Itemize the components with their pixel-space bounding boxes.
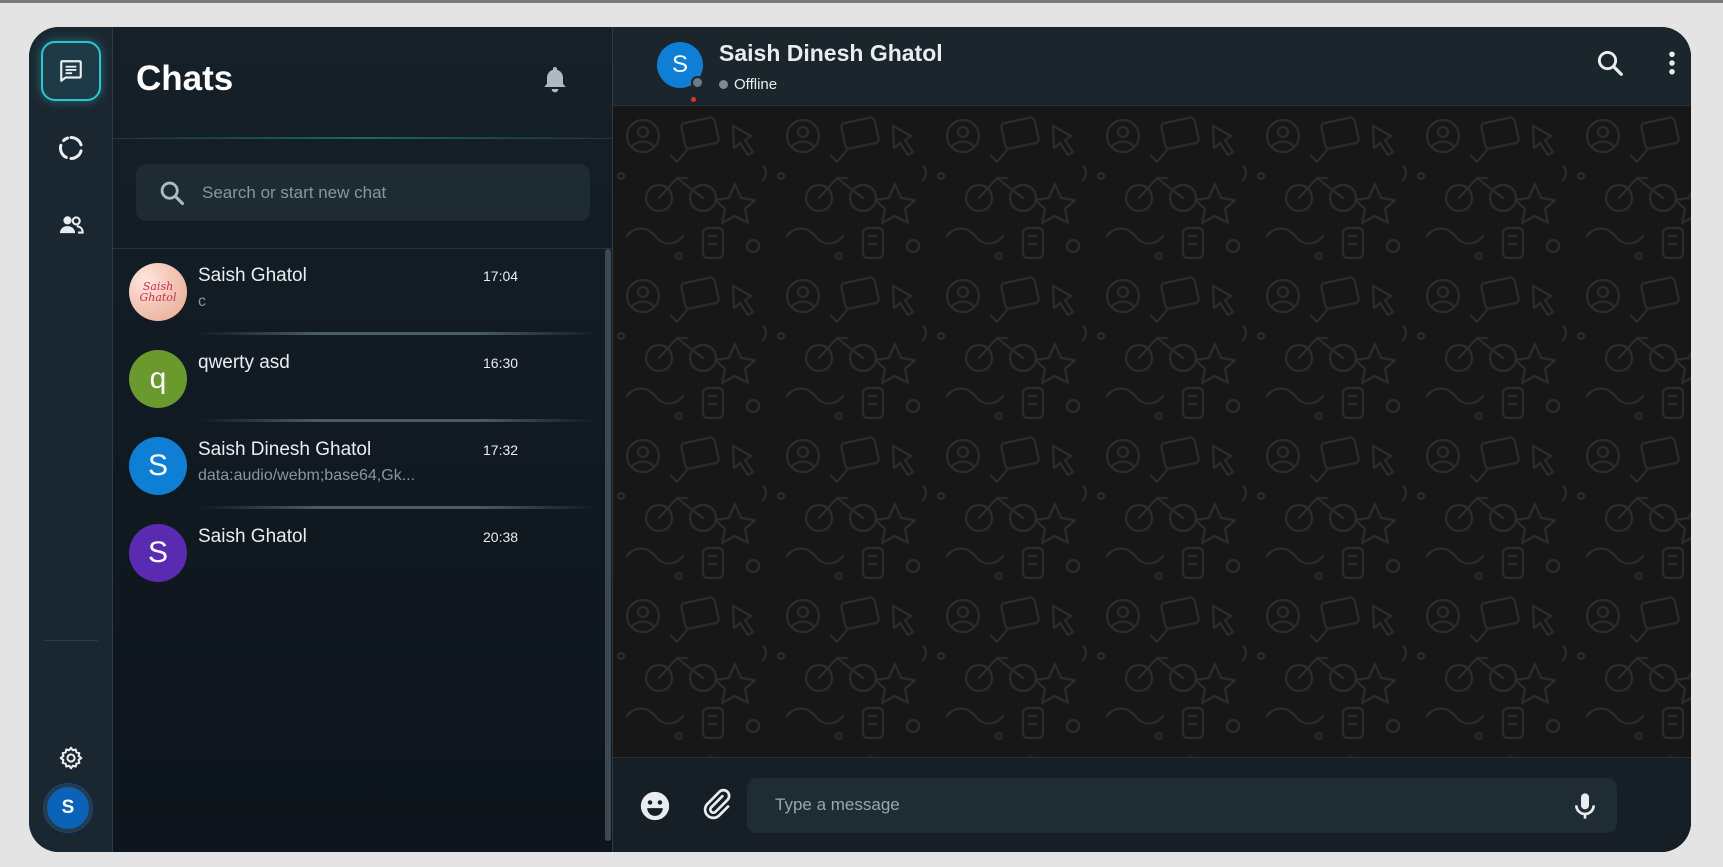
doodle-pattern (613, 106, 1691, 757)
chat-time: 20:38 (483, 529, 519, 545)
chat-list-panel: Chats Saish Ghatol Saish Ghatol 17:04 c (113, 27, 613, 852)
chat-list-item[interactable]: q qwerty asd 16:30 (113, 336, 603, 423)
emoji-icon[interactable] (638, 789, 672, 823)
page-title: Chats (136, 59, 234, 98)
contact-status: Offline (719, 76, 777, 93)
search-box[interactable] (136, 164, 590, 221)
avatar: Saish Ghatol (129, 263, 187, 321)
search-icon[interactable] (1595, 48, 1625, 78)
avatar: q (129, 350, 187, 408)
nav-rail: S (29, 27, 113, 852)
chat-list-item[interactable]: S Saish Dinesh Ghatol 17:32 data:audio/w… (113, 423, 603, 510)
chat-wallpaper (613, 106, 1691, 757)
chat-list: Saish Ghatol Saish Ghatol 17:04 c q qwer… (113, 249, 603, 597)
microphone-icon[interactable] (1569, 790, 1601, 822)
chat-list-item[interactable]: S Saish Ghatol 20:38 (113, 510, 603, 597)
message-input[interactable] (775, 795, 1515, 815)
divider (198, 506, 598, 509)
chat-list-item[interactable]: Saish Ghatol Saish Ghatol 17:04 c (113, 249, 603, 336)
chat-preview: c (198, 293, 206, 310)
conversation-header: S Saish Dinesh Ghatol Offline (613, 27, 1691, 106)
profile-avatar[interactable]: S (44, 784, 92, 832)
search-section (113, 139, 612, 249)
search-input[interactable] (202, 182, 562, 203)
paperclip-icon[interactable] (699, 787, 733, 821)
status-ring-icon (58, 135, 83, 161)
avatar: S (129, 437, 187, 495)
whatsapp-app: S Chats Saish Ghatol Saish Ghatol (29, 27, 1691, 852)
chat-name: Saish Ghatol (198, 265, 307, 286)
status-dot (719, 80, 728, 89)
search-icon (160, 181, 185, 205)
chat-list-scrollbar[interactable] (605, 249, 611, 841)
window-top-border (0, 0, 1723, 3)
rail-chats-button[interactable] (41, 41, 101, 101)
people-icon (59, 216, 84, 234)
chat-preview: data:audio/webm;base64,Gk... (198, 467, 416, 484)
rail-settings-button[interactable] (41, 728, 101, 788)
message-box (747, 778, 1617, 833)
message-composer (613, 757, 1691, 852)
chat-time: 17:04 (483, 268, 519, 284)
contact-name[interactable]: Saish Dinesh Ghatol (719, 40, 943, 67)
avatar-logo-text: Saish Ghatol (139, 280, 177, 304)
chat-name: Saish Ghatol (198, 526, 307, 547)
status-text: Offline (734, 76, 778, 93)
chat-time: 16:30 (483, 355, 519, 371)
divider (198, 332, 598, 335)
gear-icon (59, 746, 83, 770)
rail-communities-button[interactable] (41, 195, 101, 255)
chat-name: Saish Dinesh Ghatol (198, 439, 372, 460)
divider (198, 419, 598, 422)
bell-icon[interactable] (539, 63, 571, 95)
chat-time: 17:32 (483, 442, 519, 458)
avatar: S (129, 524, 187, 582)
chat-icon (60, 60, 82, 82)
conversation-pane: S Saish Dinesh Ghatol Offline (613, 27, 1691, 852)
chat-name: qwerty asd (198, 352, 290, 373)
chat-list-header: Chats (113, 27, 612, 139)
rail-status-button[interactable] (41, 118, 101, 178)
unread-indicator (691, 97, 696, 102)
more-options-icon[interactable] (1657, 48, 1687, 78)
presence-dot (691, 76, 704, 89)
rail-divider (44, 640, 98, 641)
